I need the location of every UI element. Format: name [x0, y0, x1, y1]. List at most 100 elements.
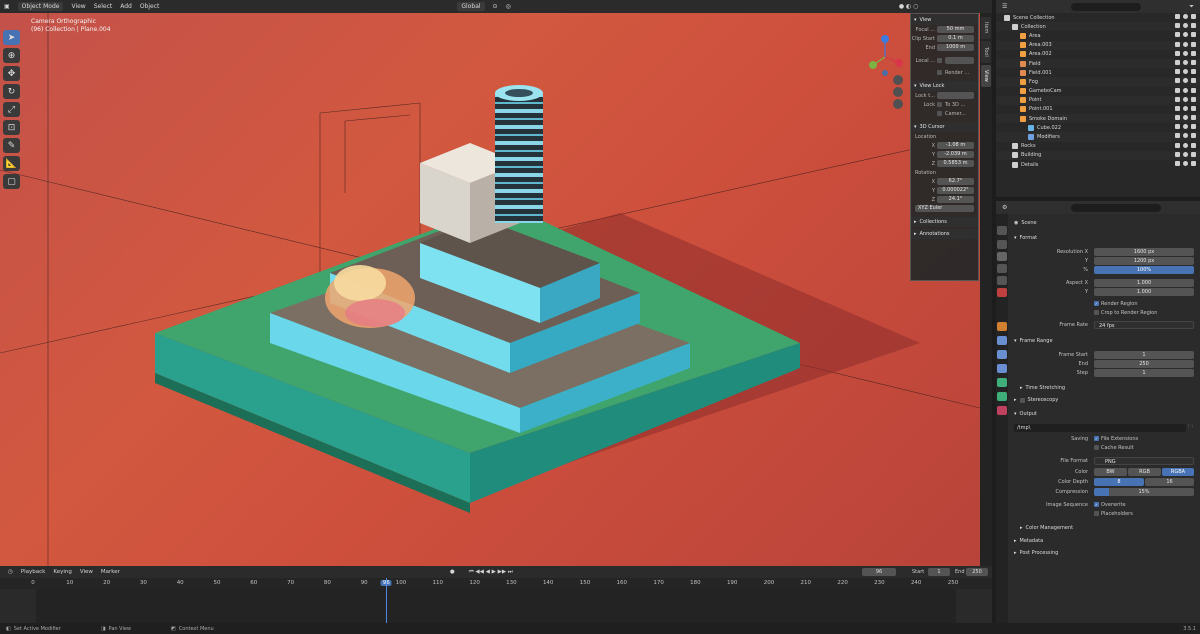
- start-field[interactable]: 1: [928, 568, 950, 576]
- panel-collections-header[interactable]: ▸ Collections: [911, 217, 978, 227]
- lock-3d-cursor-checkbox[interactable]: [937, 102, 942, 107]
- local-camera-checkbox[interactable]: [937, 58, 942, 63]
- eye-icon[interactable]: [1183, 142, 1188, 148]
- panel-view-header[interactable]: ▾ View: [911, 15, 978, 25]
- checkbox-icon[interactable]: [1175, 151, 1180, 157]
- eye-icon[interactable]: [1183, 59, 1188, 65]
- tab-physics-icon[interactable]: [997, 364, 1007, 373]
- camera-icon[interactable]: [1191, 41, 1196, 47]
- navigation-gizmo[interactable]: [863, 29, 907, 109]
- depth-16-button[interactable]: 16: [1145, 477, 1194, 486]
- tab-world-icon[interactable]: [997, 288, 1007, 297]
- outliner-row[interactable]: Point: [996, 95, 1200, 105]
- checkbox-icon[interactable]: [1175, 32, 1180, 38]
- eye-icon[interactable]: [1183, 32, 1188, 38]
- snap-icon[interactable]: ⊙: [493, 3, 498, 10]
- scale-tool-icon[interactable]: ⤢: [3, 102, 20, 117]
- tab-constraints-icon[interactable]: [997, 378, 1007, 387]
- compression-slider[interactable]: 15%: [1094, 487, 1194, 496]
- menu-timeline-view[interactable]: View: [80, 569, 93, 575]
- filter-icon[interactable]: ⏷: [1189, 3, 1194, 11]
- menu-select[interactable]: Select: [94, 3, 113, 10]
- playhead[interactable]: [386, 578, 387, 623]
- camera-icon[interactable]: [1191, 115, 1196, 121]
- tab-modifiers-icon[interactable]: [997, 336, 1007, 345]
- tab-render-icon[interactable]: [997, 240, 1007, 249]
- outliner-row[interactable]: Details: [996, 160, 1200, 169]
- tab-scene-icon[interactable]: [997, 276, 1007, 285]
- depth-8-button[interactable]: 8: [1094, 477, 1144, 486]
- frame-range-panel-header[interactable]: ▾ Frame Range: [1010, 336, 1198, 346]
- frame-start-field[interactable]: 1: [1094, 350, 1194, 359]
- aspect-x-field[interactable]: 1.000: [1094, 278, 1194, 287]
- focal-field[interactable]: 50 mm: [937, 26, 974, 33]
- checkbox-icon[interactable]: [1175, 14, 1180, 19]
- cursor-ry-field[interactable]: 0.000022°: [937, 187, 974, 194]
- outliner-row[interactable]: Field: [996, 58, 1200, 69]
- menu-view[interactable]: View: [71, 3, 85, 10]
- tab-material-icon[interactable]: [997, 406, 1007, 415]
- res-x-field[interactable]: 1600 px: [1094, 247, 1194, 256]
- checkbox-icon[interactable]: [1175, 124, 1180, 130]
- eye-icon[interactable]: [1183, 105, 1188, 111]
- tab-item[interactable]: Item: [981, 17, 991, 39]
- menu-playback[interactable]: Playback: [21, 569, 46, 575]
- playback-controls-icon[interactable]: ⏮ ◀◀ ◀ ▶ ▶▶ ⏭: [469, 569, 513, 576]
- overwrite-checkbox[interactable]: ✓: [1094, 502, 1099, 507]
- frame-step-field[interactable]: 1: [1094, 368, 1194, 377]
- transform-orientation[interactable]: Global: [457, 2, 485, 11]
- transform-tool-icon[interactable]: ⊡: [3, 120, 20, 135]
- res-pct-slider[interactable]: 100%: [1094, 265, 1194, 274]
- local-camera-field[interactable]: [945, 57, 974, 64]
- menu-keying[interactable]: Keying: [53, 569, 71, 575]
- outliner-row[interactable]: GameboCam: [996, 87, 1200, 96]
- camera-icon[interactable]: [1191, 23, 1196, 29]
- output-path-input[interactable]: /tmp\: [1014, 423, 1186, 432]
- time-stretching-header[interactable]: ▸ Time Stretching: [1010, 383, 1198, 393]
- color-rgba-button[interactable]: RGBA: [1162, 467, 1194, 476]
- outliner-row[interactable]: Area.003: [996, 40, 1200, 50]
- menu-object[interactable]: Object: [140, 3, 160, 10]
- lock-object-field[interactable]: [937, 92, 974, 99]
- tab-output-icon[interactable]: [997, 252, 1007, 261]
- color-bw-button[interactable]: BW: [1094, 467, 1127, 476]
- move-tool-icon[interactable]: ✥: [3, 66, 20, 81]
- file-format-select[interactable]: PNG: [1094, 456, 1194, 465]
- eye-icon[interactable]: [1183, 14, 1188, 19]
- eye-icon[interactable]: [1183, 78, 1188, 84]
- tab-view[interactable]: View: [981, 65, 991, 87]
- menu-add[interactable]: Add: [120, 3, 132, 10]
- tab-data-icon[interactable]: [997, 392, 1007, 401]
- cursor-tool-icon[interactable]: ⊕: [3, 48, 20, 63]
- outliner-row[interactable]: Field.001: [996, 68, 1200, 77]
- eye-icon[interactable]: [1183, 23, 1188, 29]
- viewport-shading-icon[interactable]: ● ◐ ○: [899, 3, 919, 10]
- camera-icon[interactable]: [1191, 133, 1196, 139]
- proportional-edit-icon[interactable]: ◎: [506, 3, 511, 10]
- timeline-track-area[interactable]: [0, 578, 992, 623]
- checkbox-icon[interactable]: [1175, 59, 1180, 65]
- outliner-row[interactable]: Smoke Domain: [996, 114, 1200, 124]
- outliner-row[interactable]: Area: [996, 31, 1200, 40]
- cursor-y-field[interactable]: -2.039 m: [937, 151, 974, 158]
- camera-icon[interactable]: [1191, 59, 1196, 65]
- panel-view-lock-header[interactable]: ▾ View Lock: [911, 81, 978, 91]
- camera-icon[interactable]: [1191, 161, 1196, 166]
- cursor-rx-field[interactable]: 62.7°: [937, 178, 974, 185]
- checkbox-icon[interactable]: [1175, 50, 1180, 56]
- outliner-row[interactable]: Point.001: [996, 105, 1200, 114]
- measure-tool-icon[interactable]: 📐: [3, 156, 20, 171]
- panel-annotations-header[interactable]: ▸ Annotations: [911, 229, 978, 239]
- checkbox-icon[interactable]: [1175, 87, 1180, 93]
- checkbox-icon[interactable]: [1175, 105, 1180, 111]
- record-icon[interactable]: ●: [450, 569, 455, 575]
- tab-particles-icon[interactable]: [997, 350, 1007, 359]
- checkbox-icon[interactable]: [1175, 142, 1180, 148]
- stereoscopy-checkbox[interactable]: [1019, 397, 1025, 403]
- current-frame-field[interactable]: 96: [862, 568, 896, 576]
- crop-checkbox[interactable]: [1094, 310, 1099, 315]
- 3d-viewport[interactable]: Camera Orthographic (96) Collection | Pl…: [0, 13, 992, 566]
- tab-tool-icon[interactable]: [997, 226, 1007, 235]
- tab-object-icon[interactable]: [997, 322, 1007, 331]
- aspect-y-field[interactable]: 1.000: [1094, 287, 1194, 296]
